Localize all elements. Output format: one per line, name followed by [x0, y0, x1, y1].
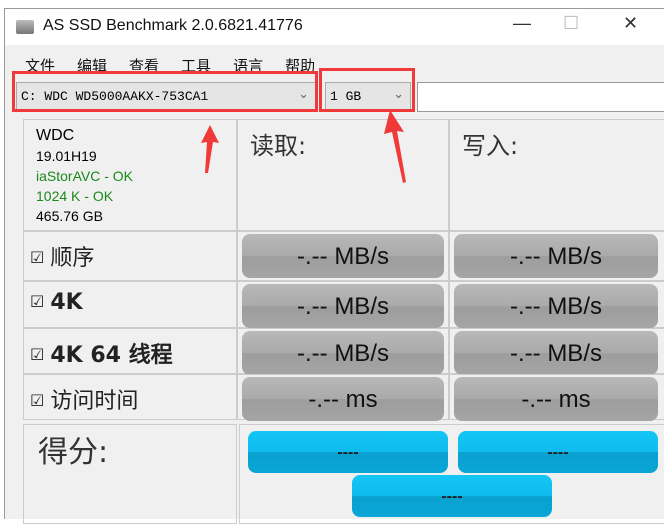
checkbox-icon[interactable]: ☑ [30, 248, 44, 267]
test-row-label-cell: ☑ 顺序 [23, 231, 237, 281]
write-result-cell: -.-- MB/s [449, 231, 664, 281]
test-row-label-cell: ☑ 访问时间 [23, 374, 237, 420]
test-checkbox[interactable]: ☑ 4K 64 线程 [30, 337, 173, 369]
score-cell: ---- ---- ---- [239, 424, 664, 524]
read-result-cell: -.-- MB/s [237, 328, 449, 375]
score-label-cell: 得分: [23, 424, 237, 524]
test-checkbox[interactable]: ☑ 访问时间 [30, 383, 138, 415]
read-result-cell: -.-- MB/s [237, 281, 449, 328]
test-label: 访问时间 [50, 389, 139, 414]
checkbox-icon[interactable]: ☑ [30, 292, 44, 311]
annotation-box-drive [12, 71, 318, 112]
close-button[interactable]: ✕ [623, 13, 638, 34]
read-result: -.-- MB/s [242, 284, 444, 328]
read-result: -.-- MB/s [242, 331, 444, 375]
write-header-cell: 写入: [449, 119, 664, 231]
test-row-label-cell: ☑ 4K 64 线程 [23, 328, 237, 374]
read-result: -.-- ms [242, 377, 444, 421]
write-result-cell: -.-- MB/s [449, 328, 664, 375]
write-score: ---- [458, 431, 658, 473]
read-result: -.-- MB/s [242, 234, 444, 278]
driver-status: iaStorAVC - OK [36, 168, 133, 184]
test-checkbox[interactable]: ☑ 4K [30, 290, 83, 315]
drive-capacity: 465.76 GB [36, 208, 103, 224]
write-result: -.-- ms [454, 377, 658, 421]
read-result-cell: -.-- MB/s [237, 231, 449, 281]
test-label: 4K 64 线程 [50, 343, 173, 368]
annotation-box-size [319, 68, 415, 112]
checkbox-icon[interactable]: ☑ [30, 391, 44, 410]
read-header-cell: 读取: [237, 119, 449, 231]
annotation-arrow-icon [384, 110, 406, 183]
title-bar: AS SSD Benchmark 2.0.6821.41776 — ☐ ✕ [5, 9, 664, 45]
drive-vendor: WDC [36, 127, 75, 144]
test-label: 顺序 [50, 246, 95, 271]
alignment-status: 1024 K - OK [36, 188, 114, 204]
read-score: ---- [248, 431, 448, 473]
minimize-button[interactable]: — [513, 13, 531, 34]
score-label: 得分: [38, 435, 109, 470]
test-checkbox[interactable]: ☑ 顺序 [30, 240, 94, 272]
read-result-cell: -.-- ms [237, 374, 449, 421]
window-title: AS SSD Benchmark 2.0.6821.41776 [43, 17, 303, 34]
drive-firmware: 19.01H19 [36, 148, 97, 164]
test-label: 4K [50, 290, 83, 315]
write-result: -.-- MB/s [454, 284, 658, 328]
write-result-cell: -.-- ms [449, 374, 664, 421]
maximize-button[interactable]: ☐ [563, 13, 579, 34]
write-header: 写入: [462, 132, 519, 160]
read-header: 读取: [250, 132, 307, 160]
extra-field[interactable] [417, 82, 664, 112]
write-result: -.-- MB/s [454, 331, 658, 375]
write-result: -.-- MB/s [454, 234, 658, 278]
test-row-label-cell: ☑ 4K [23, 281, 237, 328]
annotation-arrow-icon [201, 125, 219, 173]
app-icon [16, 20, 34, 34]
write-result-cell: -.-- MB/s [449, 281, 664, 328]
total-score: ---- [352, 475, 552, 517]
checkbox-icon[interactable]: ☑ [30, 345, 44, 364]
